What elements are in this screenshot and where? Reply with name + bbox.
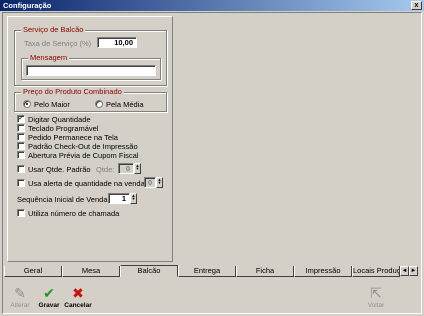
tab-scroll-right-button[interactable]: ► xyxy=(409,266,418,276)
alterar-label: Alterar xyxy=(10,302,30,309)
servico-balcao-group: Serviço de Balcão Taxa de Serviço (%) 10… xyxy=(14,25,167,86)
voltar-label: Voltar xyxy=(367,302,385,309)
usar-qtde-padrao-label: Usar Qtde. Padrão xyxy=(28,165,91,174)
digitar-quantidade-label: Digitar Quantidade xyxy=(28,115,91,124)
teclado-programavel-checkbox[interactable] xyxy=(17,124,25,132)
usa-alerta-label: Usa alerta de quantidade na venda xyxy=(28,179,145,188)
edit-icon: ✎ xyxy=(14,285,26,301)
tab-mesa[interactable]: Mesa xyxy=(62,266,120,277)
preco-combinado-title: Preço do Produto Combinado xyxy=(21,87,124,96)
servico-balcao-title: Serviço de Balcão xyxy=(21,25,86,34)
window-title: Configuração xyxy=(3,1,52,10)
gravar-button[interactable]: ✔ Gravar xyxy=(36,284,62,312)
taxa-servico-input[interactable]: 10,00 xyxy=(97,37,137,48)
mensagem-input[interactable] xyxy=(26,65,156,76)
tab-strip: Geral Mesa Balcão Entrega Ficha Impressã… xyxy=(4,265,420,278)
alerta-input[interactable]: 0 xyxy=(144,177,156,188)
sequencia-label: Sequência Inicial de Venda: xyxy=(17,195,110,204)
cancel-icon: ✖ xyxy=(72,285,84,301)
alerta-spin-button[interactable]: ▲ ▼ xyxy=(156,177,163,188)
qtde-label: Qtde: xyxy=(96,165,115,174)
tab-ficha[interactable]: Ficha xyxy=(236,266,294,277)
padrao-checkout-checkbox[interactable] xyxy=(17,142,25,150)
alterar-button[interactable]: ✎ Alterar xyxy=(7,284,33,312)
pedido-permanece-checkbox[interactable] xyxy=(17,133,25,141)
tab-locais-producao[interactable]: Locais Produç xyxy=(352,266,400,277)
abertura-previa-checkbox[interactable] xyxy=(17,151,25,159)
sequencia-spin-button[interactable]: ▲ ▼ xyxy=(130,193,137,204)
voltar-button[interactable]: ⇱ Voltar xyxy=(363,284,389,312)
digitar-quantidade-checkbox[interactable]: ✓ xyxy=(17,115,25,123)
mensagem-title: Mensagem xyxy=(28,53,70,62)
title-bar: Configuração x xyxy=(0,0,424,11)
utiliza-numero-label: Utiliza número de chamada xyxy=(28,209,120,218)
tab-entrega[interactable]: Entrega xyxy=(178,266,236,277)
radio-pelo-maior[interactable] xyxy=(23,100,31,108)
padrao-checkout-label: Padrão Check-Out de Impressão xyxy=(28,142,138,151)
taxa-servico-label: Taxa de Serviço (%) xyxy=(24,39,92,48)
usa-alerta-checkbox[interactable] xyxy=(17,179,25,187)
radio-pela-media[interactable] xyxy=(95,100,103,108)
tab-impressao[interactable]: Impressão xyxy=(294,266,352,277)
mensagem-group: Mensagem xyxy=(21,53,161,80)
toolbar: ✎ Alterar ✔ Gravar ✖ Cancelar ⇱ Voltar xyxy=(3,280,421,313)
back-icon: ⇱ xyxy=(370,285,382,301)
balcao-panel: Serviço de Balcão Taxa de Serviço (%) 10… xyxy=(7,16,173,262)
radio-pelo-maior-label: Pelo Maior xyxy=(34,100,70,109)
check-icon: ✔ xyxy=(43,285,55,301)
qtde-input[interactable]: 0 xyxy=(118,163,134,174)
cancelar-label: Cancelar xyxy=(64,302,92,309)
sequencia-input[interactable]: 1 xyxy=(108,193,130,204)
tab-balcao[interactable]: Balcão xyxy=(120,265,178,277)
abertura-previa-label: Abertura Prévia de Cupom Fiscal xyxy=(28,151,139,160)
teclado-programavel-label: Teclado Programável xyxy=(28,124,99,133)
pedido-permanece-label: Pedido Permanece na Tela xyxy=(28,133,118,142)
usar-qtde-padrao-checkbox[interactable] xyxy=(17,165,25,173)
utiliza-numero-checkbox[interactable] xyxy=(17,209,25,217)
cancelar-button[interactable]: ✖ Cancelar xyxy=(63,284,93,312)
tab-geral[interactable]: Geral xyxy=(4,266,62,277)
tab-scroll-left-button[interactable]: ◄ xyxy=(400,266,409,276)
qtde-spin-button[interactable]: ▲ ▼ xyxy=(134,163,141,174)
radio-pela-media-label: Pela Média xyxy=(106,100,144,109)
close-button[interactable]: x xyxy=(411,1,422,10)
gravar-label: Gravar xyxy=(38,302,60,309)
preco-combinado-group: Preço do Produto Combinado Pelo Maior Pe… xyxy=(14,87,167,112)
